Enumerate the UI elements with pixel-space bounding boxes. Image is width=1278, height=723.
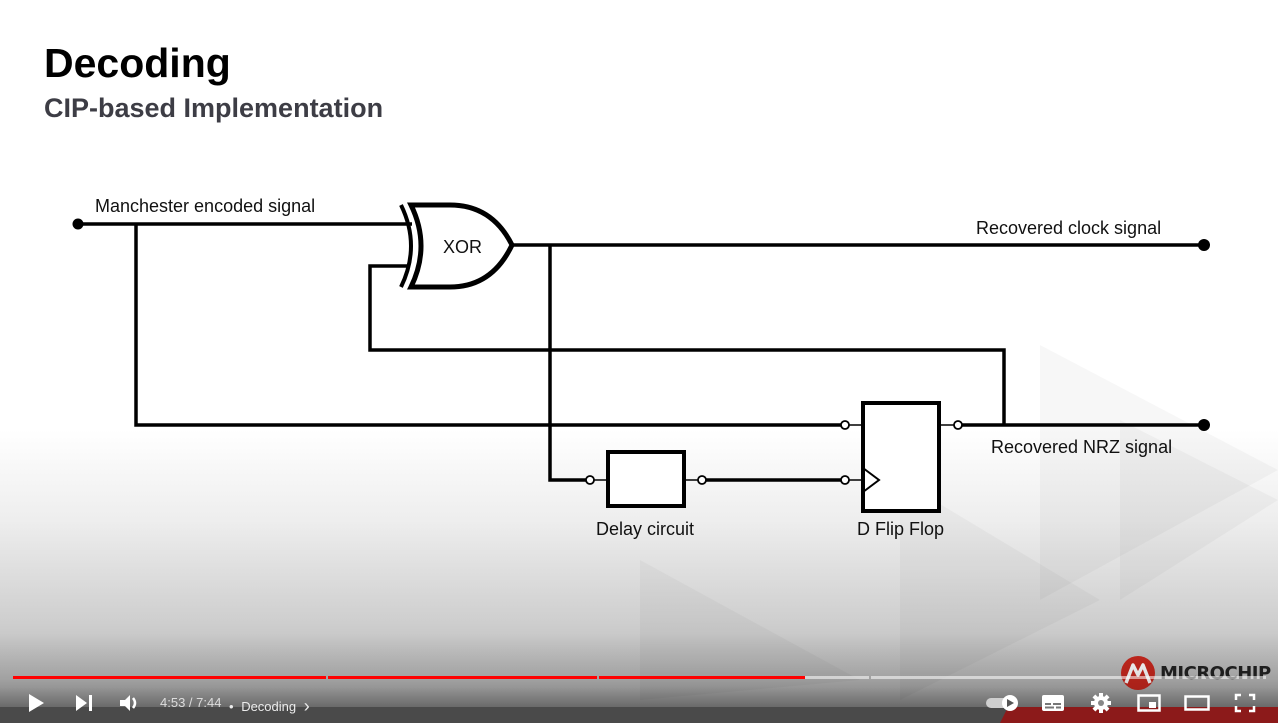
autoplay-toggle[interactable] — [984, 690, 1022, 716]
next-button[interactable] — [72, 690, 96, 716]
progress-played — [598, 676, 805, 679]
progress-chapter-segment[interactable] — [598, 676, 869, 679]
captions-button[interactable] — [1040, 690, 1066, 716]
clock-terminal — [1198, 239, 1210, 251]
progress-played — [13, 676, 327, 679]
chapter-button[interactable]: • Decoding › — [229, 695, 310, 716]
progress-chapter-segment[interactable] — [328, 676, 597, 679]
ff-d-pin — [840, 420, 850, 430]
label-delay-circuit: Delay circuit — [596, 519, 695, 539]
label-xor: XOR — [443, 237, 483, 257]
label-recovered-nrz: Recovered NRZ signal — [991, 437, 1173, 457]
time-display: 4:53 / 7:44 — [160, 695, 222, 710]
play-icon — [29, 694, 44, 712]
chapter-separator: • — [229, 699, 234, 714]
chapter-chevron-icon: › — [303, 696, 310, 716]
volume-button[interactable] — [117, 690, 143, 716]
miniplayer-button[interactable] — [1136, 690, 1162, 716]
fullscreen-icon — [1234, 693, 1256, 713]
miniplayer-icon — [1137, 694, 1161, 712]
delay-in-pin — [585, 475, 595, 485]
label-recovered-clock: Recovered clock signal — [976, 218, 1162, 238]
theater-mode-button[interactable] — [1183, 690, 1211, 716]
gear-icon — [1091, 693, 1111, 713]
fullscreen-button[interactable] — [1232, 690, 1258, 716]
d-flip-flop-box — [861, 401, 941, 513]
progress-played — [328, 676, 597, 679]
circuit-diagram — [72, 202, 1210, 513]
video-player[interactable]: Decoding CIP-based Implementation Manche… — [0, 0, 1278, 723]
delay-circuit-box — [606, 450, 686, 508]
progress-chapter-segment[interactable] — [870, 676, 1266, 679]
settings-button[interactable] — [1088, 690, 1114, 716]
input-terminal — [72, 218, 84, 230]
ff-q-pin — [953, 420, 963, 430]
progress-bar[interactable] — [13, 676, 1266, 679]
nrz-terminal — [1198, 419, 1210, 431]
captions-icon — [1042, 695, 1064, 711]
progress-chapter-segment[interactable] — [13, 676, 327, 679]
label-manchester-input: Manchester encoded signal — [95, 196, 316, 216]
volume-icon — [120, 695, 137, 711]
next-icon — [76, 695, 92, 711]
chapter-title: Decoding — [241, 699, 297, 714]
delay-out-pin — [697, 475, 707, 485]
play-button[interactable] — [24, 690, 48, 716]
ff-clk-pin — [840, 475, 850, 485]
autoplay-icon — [986, 695, 1018, 711]
wire-to-delay — [548, 245, 590, 482]
theater-icon — [1184, 695, 1210, 711]
label-d-flip-flop: D Flip Flop — [857, 519, 945, 539]
